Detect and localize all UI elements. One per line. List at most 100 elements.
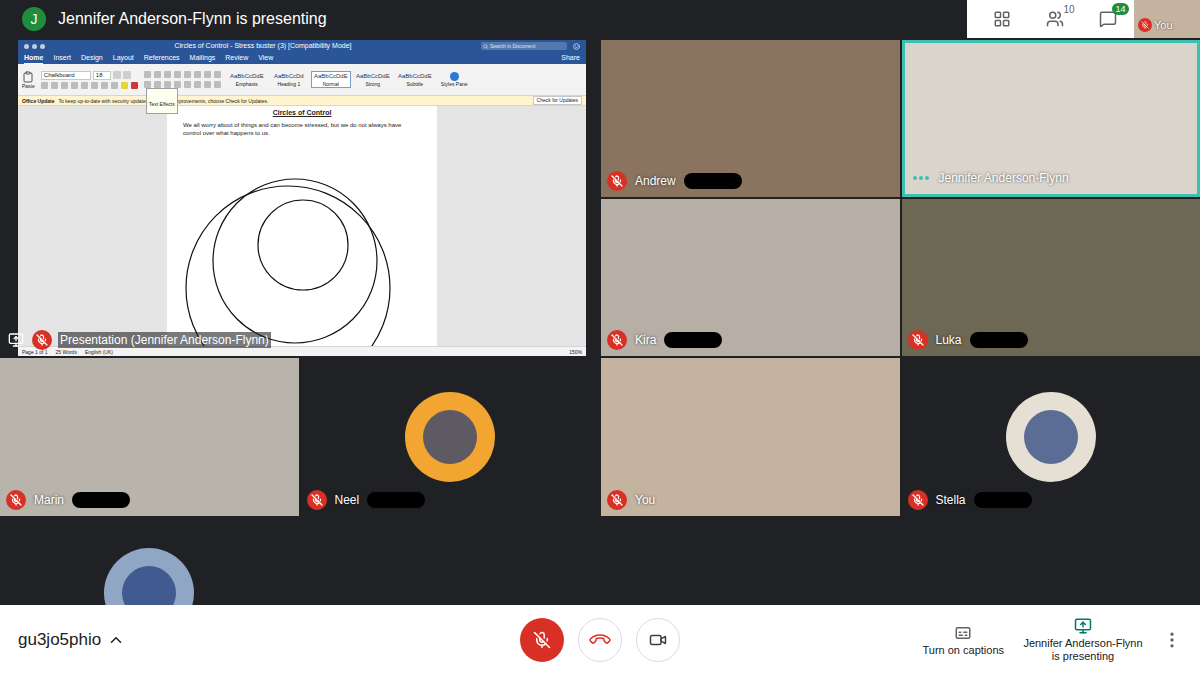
captions-button[interactable]: Turn on captions bbox=[922, 624, 1004, 657]
paragraph-button-icon[interactable] bbox=[144, 81, 151, 88]
paragraph-button-icon[interactable] bbox=[154, 71, 161, 78]
format-button-icon[interactable] bbox=[123, 71, 131, 79]
paragraph-button-icon[interactable] bbox=[184, 71, 191, 78]
title-bar: Circles of Control - Stress buster (3) [… bbox=[18, 40, 586, 52]
participant-name: Luka bbox=[936, 332, 962, 348]
grid-view-icon[interactable] bbox=[993, 10, 1011, 28]
participant-tile[interactable]: Luka bbox=[902, 199, 1200, 356]
chat-button[interactable]: 14 bbox=[1099, 10, 1117, 28]
paragraph-button-icon[interactable] bbox=[154, 81, 161, 88]
paragraph-button-icon[interactable] bbox=[164, 81, 171, 88]
avatar-icon bbox=[405, 392, 495, 482]
more-options-icon[interactable] bbox=[1162, 630, 1182, 650]
smiley-icon[interactable] bbox=[573, 43, 580, 50]
ribbon-tab[interactable]: Design bbox=[81, 53, 103, 63]
mic-off-icon bbox=[607, 171, 627, 191]
style-option[interactable]: AaBbCcDdEStrong bbox=[353, 71, 393, 88]
word-window: Circles of Control - Stress buster (3) [… bbox=[18, 40, 586, 356]
presenter-text: Jennifer Anderson-Flynn is presenting bbox=[58, 7, 327, 31]
window-button-icon[interactable] bbox=[24, 44, 29, 49]
redaction-mark bbox=[970, 332, 1028, 348]
format-button-icon[interactable] bbox=[71, 82, 78, 89]
participant-tile[interactable] bbox=[0, 518, 299, 605]
meeting-details[interactable]: gu3jo5phio bbox=[18, 627, 520, 653]
redaction-mark bbox=[974, 492, 1032, 508]
participant-tile[interactable]: You bbox=[601, 358, 900, 516]
speaking-icon bbox=[911, 168, 931, 188]
participant-tile[interactable]: Andrew bbox=[601, 40, 900, 197]
paragraph-button-icon[interactable] bbox=[204, 71, 211, 78]
format-button-icon[interactable] bbox=[81, 82, 88, 89]
format-button-icon[interactable] bbox=[41, 82, 48, 89]
mic-off-icon bbox=[607, 490, 627, 510]
paragraph-button-icon[interactable] bbox=[204, 81, 211, 88]
participant-tile[interactable]: Marin bbox=[0, 358, 299, 516]
format-button-icon[interactable] bbox=[101, 82, 108, 89]
check-updates-button[interactable]: Check for Updates bbox=[533, 96, 582, 105]
participant-name: Marin bbox=[34, 492, 64, 508]
format-button-icon[interactable] bbox=[113, 71, 121, 79]
ribbon-tab[interactable]: Review bbox=[225, 53, 248, 63]
format-button-icon[interactable] bbox=[51, 82, 58, 89]
format-button-icon[interactable] bbox=[111, 82, 118, 89]
share-button[interactable]: Share bbox=[561, 53, 580, 63]
paragraph-button-icon[interactable] bbox=[144, 71, 151, 78]
format-button-icon[interactable] bbox=[61, 82, 68, 89]
paragraph-button-icon[interactable] bbox=[214, 81, 221, 88]
update-bar: Office UpdateTo keep up-to-date with sec… bbox=[18, 96, 586, 106]
font-field[interactable]: Chalkboard bbox=[41, 71, 91, 80]
participant-label: Marin bbox=[6, 490, 130, 510]
ribbon-tab[interactable]: Mailings bbox=[190, 53, 216, 63]
paste-button[interactable]: Paste bbox=[22, 71, 35, 89]
ribbon-tab[interactable]: References bbox=[144, 53, 180, 63]
paragraph-button-icon[interactable] bbox=[174, 71, 181, 78]
redaction-mark bbox=[72, 492, 130, 508]
window-button-icon[interactable] bbox=[32, 44, 37, 49]
meeting-toolbar: 10 14 You bbox=[967, 0, 1200, 38]
participant-label: You bbox=[607, 490, 655, 510]
ribbon-tab[interactable]: View bbox=[258, 53, 273, 63]
circles-diagram bbox=[183, 143, 403, 346]
style-option[interactable]: AaBbCcDdHeading 1 bbox=[269, 71, 309, 88]
people-button[interactable]: 10 bbox=[1046, 10, 1064, 28]
presentation-tile[interactable]: Circles of Control - Stress buster (3) [… bbox=[0, 40, 599, 356]
ribbon-tabs: Home Insert Design Layout References Mailings… bbox=[18, 52, 586, 64]
redaction-mark bbox=[684, 173, 742, 189]
hang-up-button[interactable] bbox=[578, 618, 622, 662]
self-label: You bbox=[1154, 18, 1173, 32]
style-option[interactable]: AaBbCcDdENormal bbox=[311, 71, 351, 88]
format-button-icon[interactable] bbox=[131, 82, 138, 89]
participant-name: Jennifer Anderson-Flynn bbox=[939, 170, 1069, 186]
camera-button[interactable] bbox=[636, 618, 680, 662]
styles-pane-button[interactable]: Styles Pane bbox=[441, 72, 468, 87]
presenting-button[interactable]: Jennifer Anderson-Flynn is presenting bbox=[1022, 617, 1144, 663]
format-button-icon[interactable] bbox=[121, 82, 128, 89]
participant-name: Neel bbox=[335, 492, 360, 508]
search-field[interactable]: Search in Document bbox=[481, 42, 567, 50]
redaction-mark bbox=[664, 332, 722, 348]
paragraph-button-icon[interactable] bbox=[194, 81, 201, 88]
size-field[interactable]: 18 bbox=[93, 71, 111, 80]
participant-name: Andrew bbox=[635, 173, 676, 189]
style-option[interactable]: AaBbCcDdEEmphasis bbox=[227, 71, 267, 88]
participant-tile[interactable]: Kira bbox=[601, 199, 900, 356]
participant-label: Andrew bbox=[607, 171, 742, 191]
window-button-icon[interactable] bbox=[40, 44, 45, 49]
presenter-banner: JJennifer Anderson-Flynn is presenting bbox=[0, 0, 967, 38]
mic-button[interactable] bbox=[520, 618, 564, 662]
paragraph-button-icon[interactable] bbox=[184, 81, 191, 88]
participant-tile[interactable]: Neel bbox=[301, 358, 600, 516]
participant-tile[interactable]: Stella bbox=[902, 358, 1200, 516]
style-option[interactable]: AaBbCcDdESubtitle bbox=[395, 71, 435, 88]
paragraph-button-icon[interactable] bbox=[194, 71, 201, 78]
ribbon-tab[interactable]: Layout bbox=[113, 53, 134, 63]
format-button-icon[interactable] bbox=[91, 82, 98, 89]
document-area: Circles of ControlWe all worry about of … bbox=[18, 106, 586, 346]
paragraph-button-icon[interactable] bbox=[164, 71, 171, 78]
paragraph-button-icon[interactable] bbox=[174, 81, 181, 88]
self-preview[interactable]: You bbox=[1134, 0, 1200, 38]
paragraph-button-icon[interactable] bbox=[214, 71, 221, 78]
ribbon-tab[interactable]: Insert bbox=[53, 53, 71, 63]
participant-tile[interactable]: Jennifer Anderson-Flynn bbox=[902, 40, 1200, 197]
ribbon-tab[interactable]: Home bbox=[24, 53, 43, 64]
